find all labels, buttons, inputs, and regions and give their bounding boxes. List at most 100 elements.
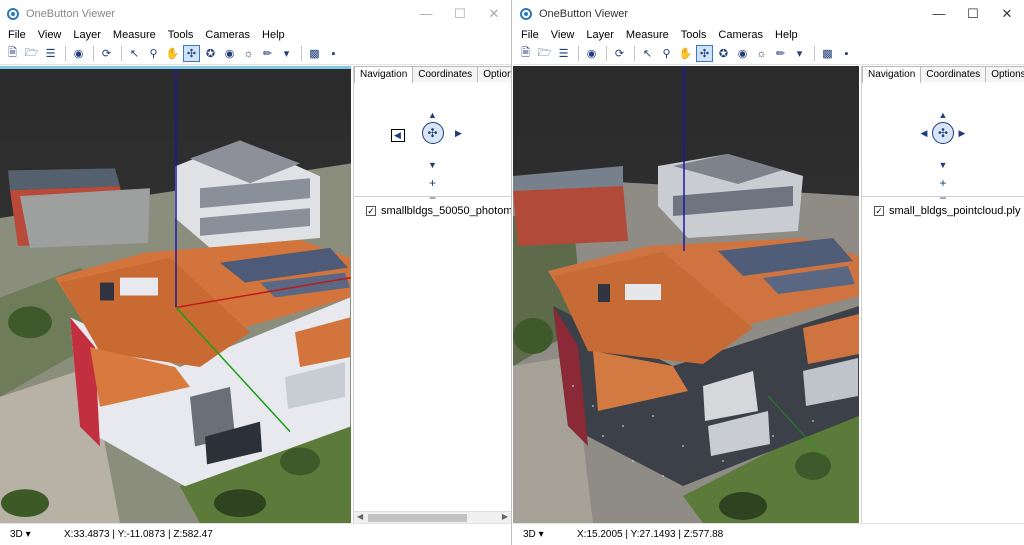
layer-item[interactable]: ✓ smallbldgs_50050_photomesh_1	[366, 205, 511, 217]
title-bar: OneButton Viewer — ☐ ✕	[513, 0, 1024, 27]
camera-icon[interactable]: ▩	[819, 45, 836, 62]
menu-view[interactable]: View	[32, 27, 68, 43]
layer-item[interactable]: ✓ small_bldgs_pointcloud.ply	[874, 205, 1024, 217]
menu-tools[interactable]: Tools	[675, 27, 713, 43]
new-file-icon[interactable]: 🗎	[4, 45, 21, 62]
tab-navigation[interactable]: Navigation	[862, 66, 922, 83]
menu-help[interactable]: Help	[769, 27, 804, 43]
pan-up-arrow-icon[interactable]: ▲	[428, 111, 438, 120]
pan-right-arrow-icon[interactable]: ▶	[957, 129, 967, 138]
camera-path-icon[interactable]: ▪	[838, 45, 855, 62]
layers-icon[interactable]: ☰	[42, 45, 59, 62]
view-mode-dropdown[interactable]: 3D ▾	[10, 529, 60, 540]
pan-left-arrow-icon[interactable]: ◀	[390, 129, 405, 142]
menu-layer[interactable]: Layer	[580, 27, 620, 43]
measure-icon[interactable]: ✏	[772, 45, 789, 62]
3d-viewport[interactable]	[513, 66, 859, 523]
tab-coordinates[interactable]: Coordinates	[920, 66, 987, 82]
maximize-button[interactable]: ☐	[443, 0, 477, 27]
pan-center-icon[interactable]: ✣	[421, 122, 444, 144]
toolbar-separator	[606, 46, 607, 61]
globe-icon[interactable]: ◉	[70, 45, 87, 62]
view-mode-label: 3D	[523, 529, 536, 540]
layer-visibility-checkbox[interactable]: ✓	[366, 206, 376, 216]
menu-layer[interactable]: Layer	[67, 27, 107, 43]
menu-measure[interactable]: Measure	[107, 27, 162, 43]
layer-name: small_bldgs_pointcloud.ply	[889, 205, 1021, 217]
open-folder-icon[interactable]: 🗁	[536, 45, 553, 62]
pan-down-arrow-icon[interactable]: ▼	[938, 161, 948, 170]
pan-center-icon[interactable]: ✣	[932, 122, 954, 144]
zoom-out-icon[interactable]: −	[938, 192, 948, 204]
pan-left-arrow-icon[interactable]: ◀	[919, 129, 929, 138]
layers-icon[interactable]: ☰	[555, 45, 572, 62]
view-mode-dropdown[interactable]: 3D ▾	[523, 529, 573, 540]
horizontal-scrollbar[interactable]: ◀ ▶	[354, 511, 511, 523]
dropdown-icon[interactable]: ▾	[278, 45, 295, 62]
dropdown-icon[interactable]: ▾	[791, 45, 808, 62]
3d-viewport[interactable]	[0, 66, 351, 523]
side-panel: Navigation Coordinates Options ▲ ◀ ✣ ▶ ▼…	[353, 66, 511, 523]
coordinate-readout: X:15.2005 | Y:27.1493 | Z:577.88	[577, 529, 724, 540]
menu-cameras[interactable]: Cameras	[199, 27, 256, 43]
orbit-icon[interactable]: ✪	[715, 45, 732, 62]
light-icon[interactable]: ☼	[240, 45, 257, 62]
toolbar: 🗎 🗁 ☰ ◉ ⟳ ↖ ⚲ ✋ ✣ ✪ ◉ ☼ ✏ ▾ ▩ ▪	[513, 43, 1024, 65]
tab-options[interactable]: Options	[477, 66, 511, 82]
eye-icon[interactable]: ◉	[734, 45, 751, 62]
app-logo-icon	[7, 7, 19, 20]
light-icon[interactable]: ☼	[753, 45, 770, 62]
window-title: OneButton Viewer	[26, 7, 116, 20]
measure-icon[interactable]: ✏	[259, 45, 276, 62]
scroll-left-icon[interactable]: ◀	[357, 512, 363, 521]
minimize-button[interactable]: —	[922, 0, 956, 27]
globe-icon[interactable]: ◉	[583, 45, 600, 62]
tab-navigation[interactable]: Navigation	[354, 66, 414, 83]
refresh-icon[interactable]: ⟳	[611, 45, 628, 62]
minimize-button[interactable]: —	[409, 0, 443, 27]
photomesh-scene	[0, 69, 351, 523]
scroll-right-icon[interactable]: ▶	[502, 512, 508, 521]
menu-tools[interactable]: Tools	[162, 27, 200, 43]
orbit-icon[interactable]: ✪	[202, 45, 219, 62]
zoom-icon[interactable]: ⚲	[658, 45, 675, 62]
title-bar: OneButton Viewer — ☐ ✕	[0, 0, 511, 27]
toolbar-separator	[93, 46, 94, 61]
navigate-icon[interactable]: ✣	[183, 45, 200, 62]
refresh-icon[interactable]: ⟳	[98, 45, 115, 62]
zoom-icon[interactable]: ⚲	[145, 45, 162, 62]
pan-up-arrow-icon[interactable]: ▲	[938, 111, 948, 120]
hand-icon[interactable]: ✋	[677, 45, 694, 62]
navigate-icon[interactable]: ✣	[696, 45, 713, 62]
tab-options[interactable]: Options	[985, 66, 1024, 82]
menu-view[interactable]: View	[545, 27, 581, 43]
pan-down-arrow-icon[interactable]: ▼	[428, 161, 438, 170]
menu-file[interactable]: File	[0, 27, 32, 43]
pointer-icon[interactable]: ↖	[126, 45, 143, 62]
menu-help[interactable]: Help	[256, 27, 291, 43]
zoom-in-icon[interactable]: +	[938, 177, 948, 189]
pan-right-arrow-icon[interactable]: ▶	[454, 129, 464, 138]
menu-measure[interactable]: Measure	[620, 27, 675, 43]
toolbar-separator	[301, 46, 302, 61]
chevron-down-icon: ▾	[538, 529, 544, 540]
open-folder-icon[interactable]: 🗁	[23, 45, 40, 62]
scroll-thumb[interactable]	[368, 514, 467, 522]
menu-file[interactable]: File	[513, 27, 545, 43]
zoom-out-icon[interactable]: −	[428, 192, 438, 204]
close-button[interactable]: ✕	[477, 0, 511, 27]
toolbar-separator	[121, 46, 122, 61]
tab-coordinates[interactable]: Coordinates	[412, 66, 479, 82]
close-button[interactable]: ✕	[990, 0, 1024, 27]
hand-icon[interactable]: ✋	[164, 45, 181, 62]
pointer-icon[interactable]: ↖	[639, 45, 656, 62]
camera-icon[interactable]: ▩	[306, 45, 323, 62]
coordinate-readout: X:33.4873 | Y:-11.0873 | Z:582.47	[64, 529, 213, 540]
new-file-icon[interactable]: 🗎	[517, 45, 534, 62]
zoom-in-icon[interactable]: +	[428, 177, 438, 189]
menu-cameras[interactable]: Cameras	[712, 27, 769, 43]
layer-visibility-checkbox[interactable]: ✓	[874, 206, 884, 216]
camera-path-icon[interactable]: ▪	[325, 45, 342, 62]
maximize-button[interactable]: ☐	[956, 0, 990, 27]
eye-icon[interactable]: ◉	[221, 45, 238, 62]
